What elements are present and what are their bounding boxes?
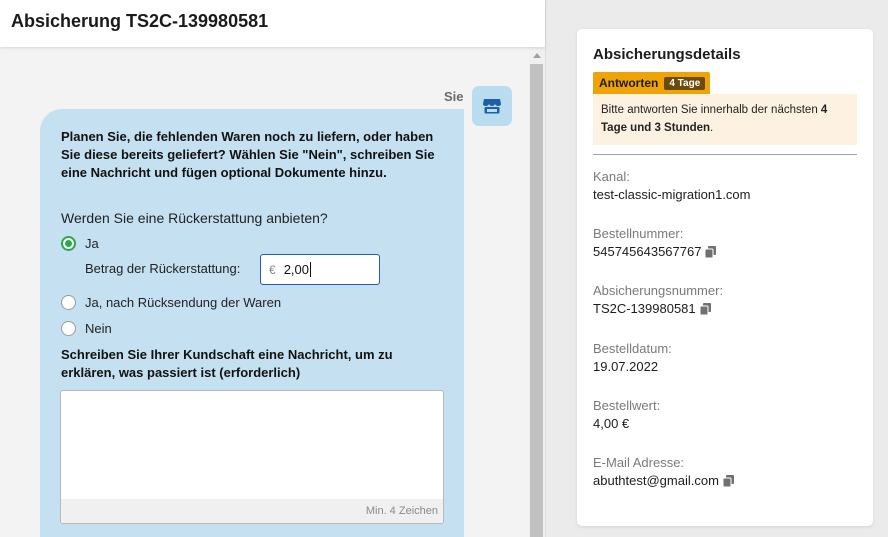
- field-bestellnummer: Bestellnummer: 545745643567767: [593, 226, 717, 259]
- field-label: Bestelldatum:: [593, 341, 672, 356]
- status-label: Antworten: [599, 76, 659, 90]
- field-bestellwert: Bestellwert: 4,00 €: [593, 398, 660, 431]
- refund-amount-input[interactable]: € 2,00: [260, 254, 380, 285]
- field-value: TS2C-139980581: [593, 301, 696, 316]
- days-remaining-badge: 4 Tage: [664, 76, 706, 90]
- copy-icon[interactable]: [722, 474, 734, 487]
- field-label: Kanal:: [593, 169, 630, 184]
- refund-amount-value[interactable]: 2,00: [284, 262, 311, 277]
- field-email: E-Mail Adresse: abuthtest@gmail.com: [593, 455, 734, 488]
- radio-option-ja[interactable]: Ja: [61, 236, 99, 251]
- radio-option-return[interactable]: Ja, nach Rücksendung der Waren: [61, 295, 281, 310]
- message-textarea[interactable]: Min. 4 Zeichen: [60, 390, 444, 524]
- radio-button-checked[interactable]: [61, 236, 76, 251]
- field-value-row: TS2C-139980581: [593, 301, 723, 316]
- radio-label: Nein: [85, 321, 112, 336]
- copy-icon[interactable]: [705, 245, 717, 258]
- field-value: 545745643567767: [593, 244, 702, 259]
- min-chars-hint: Min. 4 Zeichen: [61, 499, 443, 523]
- divider: [593, 154, 857, 155]
- notice-prefix: Bitte antworten Sie innerhalb der nächst…: [601, 104, 821, 116]
- radio-button[interactable]: [61, 295, 76, 310]
- sender-label: Sie: [444, 89, 464, 104]
- field-value: 19.07.2022: [593, 359, 659, 374]
- details-title: Absicherungsdetails: [593, 46, 741, 63]
- radio-label: Ja: [85, 236, 99, 251]
- field-value-row: 4,00 €: [593, 416, 660, 431]
- field-absicherungsnummer: Absicherungsnummer: TS2C-139980581: [593, 283, 723, 316]
- scrollbar-thumb[interactable]: [530, 64, 543, 537]
- field-label: Bestellwert:: [593, 398, 661, 413]
- vertical-scrollbar[interactable]: [529, 47, 545, 537]
- field-value-row: test-classic-migration1.com: [593, 187, 751, 202]
- conversation-pane: Absicherung TS2C-139980581 Sie Planen Si…: [0, 0, 546, 537]
- field-value-row: 545745643567767: [593, 244, 717, 259]
- copy-icon[interactable]: [699, 302, 711, 315]
- radio-option-nein[interactable]: Nein: [61, 321, 112, 336]
- field-label: Bestellnummer:: [593, 226, 684, 241]
- field-value: 4,00 €: [593, 416, 630, 431]
- status-badge: Antworten 4 Tage: [593, 72, 711, 94]
- details-card: Absicherungsdetails Antworten 4 Tage Bit…: [577, 29, 873, 526]
- page-header: Absicherung TS2C-139980581: [0, 0, 545, 47]
- notice-suffix: .: [710, 122, 714, 134]
- field-bestelldatum: Bestelldatum: 19.07.2022: [593, 341, 672, 374]
- refund-amount-label: Betrag der Rückerstattung:: [85, 261, 241, 276]
- radio-button[interactable]: [61, 321, 76, 336]
- currency-symbol: €: [269, 262, 276, 277]
- shop-avatar: [472, 86, 512, 126]
- field-label: Absicherungsnummer:: [593, 283, 724, 298]
- field-value: test-classic-migration1.com: [593, 187, 751, 202]
- field-value-row: abuthtest@gmail.com: [593, 473, 734, 488]
- message-label: Schreiben Sie Ihrer Kundschaft eine Nach…: [61, 347, 393, 380]
- deadline-notice: Bitte antworten Sie innerhalb der nächst…: [593, 94, 857, 145]
- question-text: Planen Sie, die fehlenden Waren noch zu …: [61, 129, 435, 180]
- refund-question: Werden Sie eine Rückerstattung anbieten?: [61, 210, 328, 226]
- field-kanal: Kanal: test-classic-migration1.com: [593, 169, 751, 202]
- radio-label: Ja, nach Rücksendung der Waren: [85, 295, 282, 310]
- page-title: Absicherung TS2C-139980581: [11, 11, 269, 31]
- shop-icon: [483, 99, 501, 114]
- field-value-row: 19.07.2022: [593, 359, 672, 374]
- reply-form-bubble: Planen Sie, die fehlenden Waren noch zu …: [40, 109, 464, 537]
- field-value: abuthtest@gmail.com: [593, 473, 719, 488]
- scroll-up-arrow-icon[interactable]: [533, 53, 541, 58]
- field-label: E-Mail Adresse:: [593, 455, 685, 470]
